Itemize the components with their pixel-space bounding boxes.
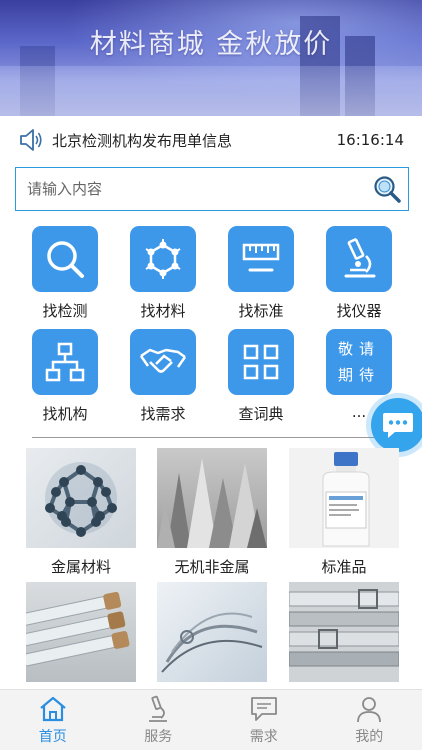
microscope-icon (344, 238, 376, 278)
category-label: 找材料 (140, 302, 186, 320)
ruler-icon (242, 243, 280, 272)
tab-label: 服务 (144, 729, 173, 745)
coming-soon-line-2: 期待 (337, 366, 380, 384)
product-label: 金属材料 (50, 558, 111, 576)
promo-banner[interactable]: 材料商城 金秋放价 (0, 0, 422, 116)
notice-text[interactable]: 北京检测机构发布甩单信息 (52, 130, 337, 151)
grid-icon (243, 344, 279, 380)
coming-soon-text: 敬请 期待 (338, 336, 380, 388)
product-wires[interactable] (157, 582, 267, 690)
user-icon (357, 697, 382, 723)
tab-label: 我的 (355, 729, 384, 745)
tab-mine[interactable]: 我的 (317, 690, 422, 750)
crystal-spikes-image (157, 458, 267, 548)
reagent-bottle-image (322, 452, 370, 547)
category-label: 找检测 (42, 302, 88, 320)
speaker-icon (20, 129, 42, 151)
category-tile[interactable] (130, 329, 196, 395)
tab-label: 需求 (249, 729, 278, 745)
tab-label: 首页 (38, 729, 67, 745)
category-tile[interactable] (228, 226, 294, 292)
wires-image (161, 612, 263, 673)
tab-demand[interactable]: 需求 (211, 690, 317, 750)
glass-tubes-image (26, 591, 130, 667)
tab-service[interactable]: 服务 (106, 690, 212, 750)
banner-title: 材料商城 金秋放价 (89, 29, 333, 60)
category-label: 找仪器 (336, 302, 382, 320)
fullerene-image (45, 462, 117, 537)
coming-soon-line-1: 敬请 (337, 340, 380, 358)
search-input[interactable] (16, 168, 372, 210)
product-image[interactable] (26, 582, 136, 682)
product-label: 无机非金属 (174, 558, 250, 576)
product-label: 标准品 (321, 558, 367, 576)
bottom-tab-bar: 首页 服务 需求 我的 (0, 689, 422, 750)
metal-profiles-image (289, 589, 399, 667)
message-icon (250, 697, 277, 721)
category-label: 查词典 (238, 405, 284, 423)
search-icon (47, 241, 84, 278)
product-inorganic-nonmetal[interactable]: 无机非金属 (157, 448, 267, 577)
category-tile[interactable] (130, 226, 196, 292)
org-chart-icon (45, 342, 85, 382)
microscope-icon (149, 695, 168, 722)
product-image[interactable] (26, 448, 136, 548)
category-dictionary[interactable]: 查词典 (216, 329, 306, 424)
product-metal-materials[interactable]: 金属材料 (26, 448, 136, 577)
category-tile[interactable] (228, 329, 294, 395)
home-icon (40, 696, 66, 722)
notice-time: 16:16:14 (336, 131, 404, 149)
search-box[interactable] (15, 167, 409, 211)
product-image[interactable] (157, 582, 267, 682)
category-label: 找标准 (238, 302, 284, 320)
chat-float-button[interactable] (371, 398, 422, 452)
category-label: 找需求 (140, 405, 186, 423)
product-image[interactable] (157, 448, 267, 548)
category-find-standard[interactable]: 找标准 (216, 226, 306, 321)
category-find-demand[interactable]: 找需求 (118, 329, 208, 424)
product-image[interactable] (289, 448, 399, 548)
product-image[interactable] (289, 582, 399, 682)
chat-icon (383, 413, 413, 438)
molecule-icon (145, 239, 181, 279)
category-label: 找机构 (42, 405, 88, 423)
product-reference-standards[interactable]: 标准品 (289, 448, 399, 577)
banner-floor (0, 66, 422, 116)
product-aluminum-profiles[interactable] (289, 582, 399, 690)
category-tile[interactable]: 敬请 期待 (326, 329, 392, 395)
category-find-material[interactable]: 找材料 (118, 226, 208, 321)
section-divider (32, 437, 390, 438)
search-icon[interactable] (372, 174, 402, 204)
category-tile[interactable] (32, 226, 98, 292)
category-find-institution[interactable]: 找机构 (20, 329, 110, 424)
handshake-icon (139, 348, 187, 373)
category-find-instrument[interactable]: 找仪器 (314, 226, 404, 321)
category-tile[interactable] (32, 329, 98, 395)
notice-bar[interactable]: 北京检测机构发布甩单信息 16:16:14 (0, 116, 422, 164)
category-tile[interactable] (326, 226, 392, 292)
product-tubes[interactable] (26, 582, 136, 690)
tab-home[interactable]: 首页 (0, 690, 106, 750)
category-find-testing[interactable]: 找检测 (20, 226, 110, 321)
